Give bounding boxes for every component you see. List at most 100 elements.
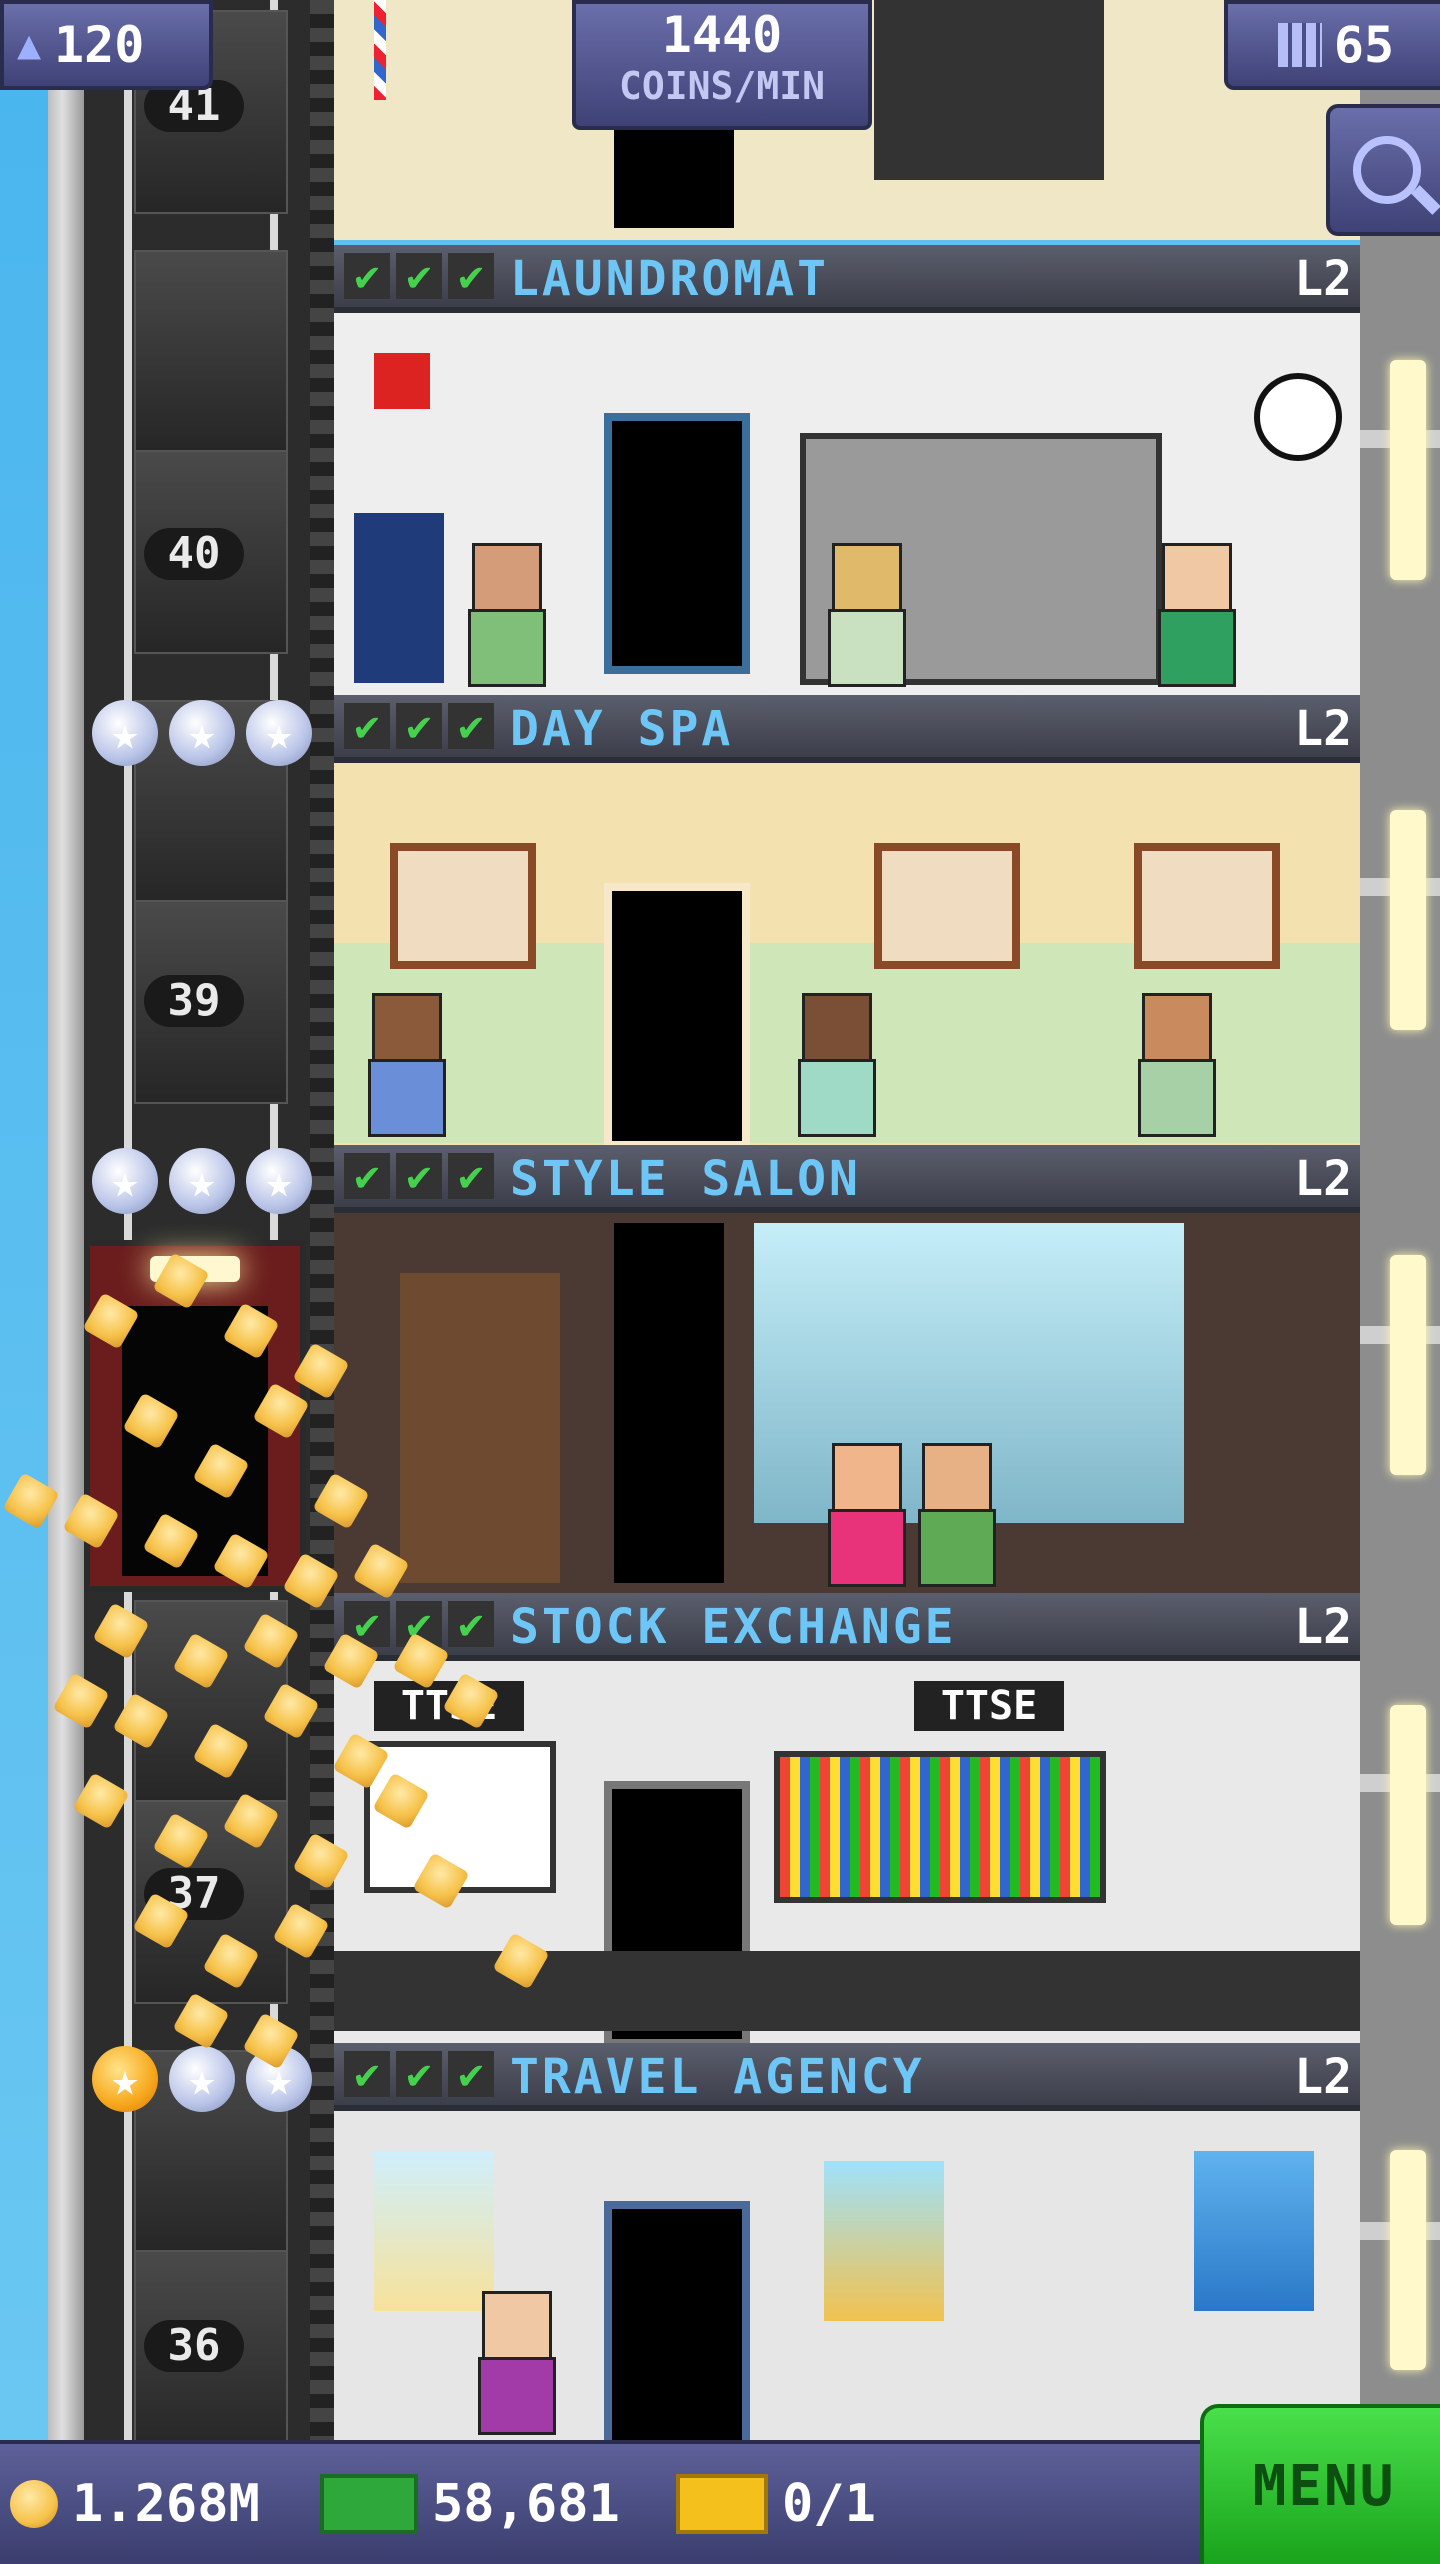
coins-balance[interactable]: 1.268M — [10, 2444, 260, 2564]
floor-checks: ✔ ✔ ✔ — [344, 1153, 494, 1199]
check-icon: ✔ — [344, 1153, 390, 1199]
check-icon: ✔ — [448, 2051, 494, 2097]
population-counter[interactable]: ▲ 120 — [0, 0, 213, 90]
shaft-rail — [310, 0, 334, 2440]
floor-laundromat[interactable]: ✔ ✔ ✔ LAUNDROMAT L2 — [334, 245, 1360, 695]
check-icon: ✔ — [344, 1601, 390, 1647]
star-icon: ★ — [169, 2046, 235, 2112]
floor-level: L2 — [1294, 1599, 1352, 1655]
check-icon: ✔ — [396, 1153, 442, 1199]
floor-checks: ✔ ✔ ✔ — [344, 1601, 494, 1647]
floor-travel-agency[interactable]: ✔ ✔ ✔ TRAVEL AGENCY L2 — [334, 2043, 1360, 2440]
floors-count-value: 65 — [1333, 16, 1395, 74]
coins-rate-value: 1440 — [661, 6, 783, 64]
floor-level: L2 — [1294, 701, 1352, 757]
barber-pole — [374, 0, 386, 100]
bux-value: 58,681 — [432, 2474, 620, 2534]
star-indicator: ★ ★ ★ — [92, 700, 312, 770]
bux-icon — [320, 2474, 418, 2534]
bookshelf — [400, 1273, 560, 1583]
floor-level: L2 — [1294, 1151, 1352, 1207]
coin-icon — [10, 2480, 58, 2528]
tenant[interactable] — [474, 2291, 556, 2435]
tenant[interactable] — [824, 543, 906, 687]
floor-name: DAY SPA — [510, 701, 734, 757]
ticker-board — [774, 1751, 1106, 1903]
floor-label-bar: ✔ ✔ ✔ LAUNDROMAT L2 — [334, 245, 1360, 313]
star-indicator: ★ ★ ★ — [92, 2046, 312, 2116]
tenant[interactable] — [824, 1443, 906, 1587]
check-icon: ✔ — [448, 1153, 494, 1199]
tower-right-wall — [1360, 0, 1440, 2440]
star-icon: ★ — [246, 2046, 312, 2112]
star-icon: ★ — [92, 700, 158, 766]
travel-poster — [824, 2161, 944, 2321]
room-laundromat — [334, 313, 1360, 693]
tenant[interactable] — [464, 543, 546, 687]
check-icon: ✔ — [396, 1601, 442, 1647]
floors-counter[interactable]: 65 — [1224, 0, 1440, 90]
floor-stock-exchange[interactable]: ✔ ✔ ✔ STOCK EXCHANGE L2 TTSE TTSE — [334, 1593, 1360, 2043]
ticket-icon — [676, 2474, 768, 2534]
shelf — [874, 0, 1104, 180]
floor-checks: ✔ ✔ ✔ — [344, 2051, 494, 2097]
window-light — [1390, 360, 1426, 580]
tenant[interactable] — [1134, 993, 1216, 1137]
check-icon: ✔ — [344, 2051, 390, 2097]
tenant[interactable] — [364, 993, 446, 1137]
star-icon: ★ — [246, 700, 312, 766]
population-value: 120 — [54, 16, 145, 74]
floor-number-37: 37 — [144, 1868, 244, 1920]
magnifier-icon — [1353, 136, 1421, 204]
floor-name: TRAVEL AGENCY — [510, 2049, 925, 2105]
floor-checks: ✔ ✔ ✔ — [344, 253, 494, 299]
star-icon: ★ — [92, 1148, 158, 1214]
picture-frame — [1134, 843, 1280, 969]
room-door — [614, 1223, 724, 1583]
beach-poster — [374, 2151, 494, 2311]
bux-balance[interactable]: 58,681 — [320, 2444, 620, 2564]
floor-number-36: 36 — [144, 2320, 244, 2372]
room-door — [604, 883, 750, 1145]
person-icon: ▲ — [16, 22, 42, 68]
room-door — [604, 2201, 750, 2440]
check-icon: ✔ — [448, 1601, 494, 1647]
tenant[interactable] — [914, 1443, 996, 1587]
window-light — [1390, 810, 1426, 1030]
room-style-salon — [334, 1213, 1360, 1593]
check-icon: ✔ — [344, 703, 390, 749]
star-icon: ★ — [169, 1148, 235, 1214]
check-icon: ✔ — [396, 2051, 442, 2097]
tenant[interactable] — [1154, 543, 1236, 687]
floor-number-40: 40 — [144, 528, 244, 580]
trading-desks — [334, 1951, 1360, 2031]
floor-day-spa[interactable]: ✔ ✔ ✔ DAY SPA L2 — [334, 695, 1360, 1145]
floor-checks: ✔ ✔ ✔ — [344, 703, 494, 749]
floor-label-bar: ✔ ✔ ✔ STYLE SALON L2 — [334, 1145, 1360, 1213]
floor-name: STYLE SALON — [510, 1151, 861, 1207]
tenant[interactable] — [794, 993, 876, 1137]
check-icon: ✔ — [396, 703, 442, 749]
sky-background — [0, 0, 48, 2560]
floor-style-salon[interactable]: ✔ ✔ ✔ STYLE SALON L2 — [334, 1145, 1360, 1593]
tickets-value: 0/1 — [782, 2474, 876, 2534]
window-light — [1390, 1255, 1426, 1475]
floor-number-39: 39 — [144, 975, 244, 1027]
clock-icon — [1254, 373, 1342, 461]
bridge-poster — [1194, 2151, 1314, 2311]
picture-frame — [874, 843, 1020, 969]
stock-chart-board — [364, 1741, 556, 1893]
room-stock-exchange: TTSE TTSE — [334, 1661, 1360, 2043]
gold-star-icon: ★ — [92, 2046, 158, 2112]
coins-per-minute-panel[interactable]: 1440 COINS/MIN — [572, 0, 872, 130]
elevator-car[interactable] — [84, 1240, 306, 1592]
tickets-balance[interactable]: 0/1 — [676, 2444, 876, 2564]
room-travel-agency — [334, 2111, 1360, 2440]
coins-rate-unit: COINS/MIN — [619, 64, 825, 108]
picture-frame — [390, 843, 536, 969]
search-button[interactable] — [1326, 104, 1440, 236]
elevator-lamp — [150, 1256, 240, 1282]
star-indicator: ★ ★ ★ — [92, 1148, 312, 1218]
menu-button[interactable]: MENU — [1200, 2404, 1440, 2564]
floor-level: L2 — [1294, 2049, 1352, 2105]
